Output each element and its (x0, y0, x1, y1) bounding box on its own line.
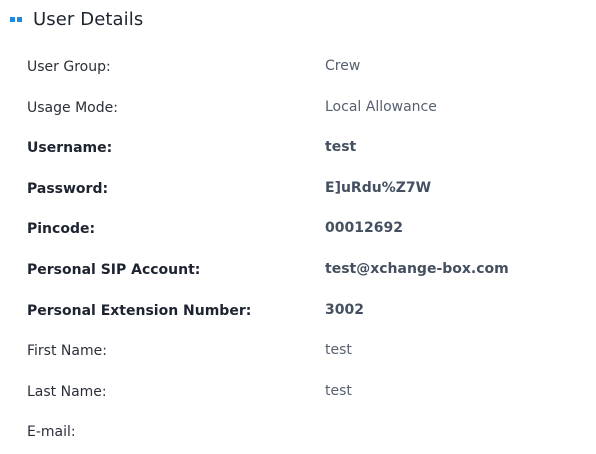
first-name-label: First Name: (27, 343, 107, 360)
user-group-value: Crew (325, 58, 361, 74)
usage-mode-value: Local Allowance (325, 98, 437, 115)
email-label: E-mail: (27, 424, 76, 441)
detail-row-pincode: Pincode: 00012692 (27, 210, 572, 251)
last-name-value: test (325, 382, 352, 399)
sip-account-label: Personal SIP Account: (27, 261, 201, 278)
sip-account-value: test@xchange-box.com (325, 260, 509, 277)
detail-row-sip-account: Personal SIP Account: test@xchange-box.c… (27, 251, 572, 292)
detail-row-password: Password: E]uRdu%Z7W (27, 170, 572, 211)
password-value: E]uRdu%Z7W (325, 179, 432, 196)
username-label: Username: (27, 140, 113, 157)
extension-number-label: Personal Extension Number: (27, 302, 252, 319)
usage-mode-label: Usage Mode: (27, 99, 118, 116)
detail-row-email: E-mail: (27, 413, 572, 454)
detail-row-usage-mode: Usage Mode: Local Allowance (27, 89, 572, 130)
detail-row-user-group: User Group: Crew (27, 48, 572, 89)
detail-row-first-name: First Name: test (27, 332, 572, 373)
extension-number-value: 3002 (325, 301, 364, 318)
pincode-value: 00012692 (325, 220, 403, 237)
password-label: Password: (27, 180, 109, 197)
user-details-panel: User Details User Group: Crew Usage Mode… (0, 0, 596, 450)
drag-handle-icon (10, 16, 22, 22)
panel-title: User Details (33, 8, 144, 30)
first-name-value: test (325, 342, 352, 359)
last-name-label: Last Name: (27, 383, 107, 400)
detail-row-last-name: Last Name: test (27, 373, 572, 414)
detail-row-extension-number: Personal Extension Number: 3002 (27, 292, 572, 333)
details-list: User Group: Crew Usage Mode: Local Allow… (27, 48, 572, 454)
username-value: test (325, 139, 357, 156)
pincode-label: Pincode: (27, 221, 96, 238)
detail-row-username: Username: test (27, 129, 572, 170)
user-group-label: User Group: (27, 59, 111, 75)
panel-header: User Details (10, 5, 143, 33)
